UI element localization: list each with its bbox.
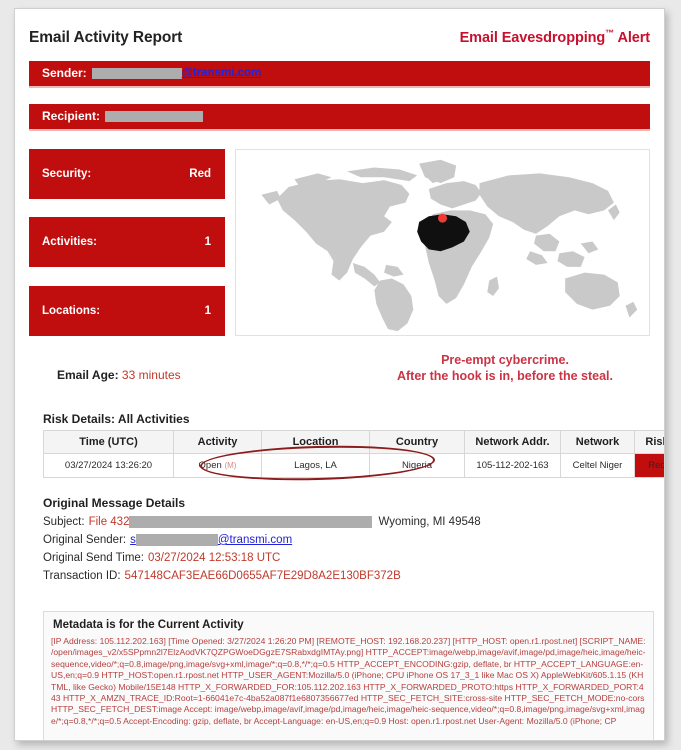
alert-title-suffix: Alert	[614, 29, 650, 46]
stat-security-value: Red	[189, 167, 211, 180]
original-message-details: Original Message Details Subject: File 4…	[43, 496, 643, 588]
subject-line: Subject: File 432 Wyoming, MI 49548	[43, 516, 643, 528]
trademark-symbol: ™	[605, 28, 615, 38]
metadata-panel: Metadata is for the Current Activity [IP…	[43, 611, 654, 740]
tagline-line-1: Pre-empt cybercrime.	[441, 353, 569, 367]
original-send-time-line: Original Send Time: 03/27/2024 12:53:18 …	[43, 552, 643, 564]
marketing-tagline: Pre-empt cybercrime. After the hook is i…	[355, 352, 655, 384]
stat-activities-label: Activities:	[42, 236, 97, 249]
original-sender-redaction	[135, 534, 218, 546]
stat-locations-value: 1	[204, 304, 211, 317]
status-badge: Red	[634, 453, 664, 478]
recipient-bar: Recipient:	[29, 103, 650, 131]
sender-value: @transmi.com	[91, 67, 262, 79]
sender-bar: Sender: @transmi.com	[29, 60, 650, 88]
cell-network-addr: 105-112-202-163	[464, 453, 561, 478]
transaction-id-label: Transaction ID:	[43, 570, 121, 582]
tagline-line-2: After the hook is in, before the steal.	[396, 369, 613, 383]
original-sender-line: Original Sender: s @transmi.com	[43, 534, 643, 546]
risk-details-heading: Risk Details: All Activities	[43, 412, 190, 426]
eavesdropping-alert-title: Email Eavesdropping™ Alert	[459, 28, 651, 46]
original-sender-label: Original Sender:	[43, 534, 127, 546]
world-map-svg	[261, 159, 638, 331]
sender-label: Sender:	[42, 66, 87, 81]
subject-tail: Wyoming, MI 49548	[378, 516, 481, 528]
stat-activities: Activities: 1	[29, 217, 225, 268]
stat-locations: Locations: 1	[29, 285, 225, 336]
stat-locations-label: Locations:	[42, 304, 101, 317]
cell-network: Celtel Niger	[560, 453, 635, 478]
recipient-label: Recipient:	[42, 109, 101, 124]
stat-security-label: Security:	[42, 167, 92, 180]
email-age-value: 33 minutes	[121, 368, 181, 382]
summary-section: Security: Red Activities: 1 Locations: 1	[29, 148, 650, 336]
table-row: 03/27/2024 13:26:20 Open (M) Lagos, LA N…	[43, 453, 664, 478]
email-age: Email Age: 33 minutes	[57, 368, 181, 382]
stat-activities-value: 1	[204, 236, 211, 249]
col-activity: Activity	[173, 430, 262, 454]
sender-domain-link[interactable]: @transmi.com	[182, 67, 262, 79]
cell-location: Lagos, LA	[261, 453, 370, 478]
original-send-time-value: 03/27/2024 12:53:18 UTC	[148, 552, 281, 564]
risk-details-table: Time (UTC) Activity Location Country Net…	[43, 430, 664, 478]
recipient-value	[105, 110, 204, 122]
report-header: Email Activity Report Email Eavesdroppin…	[15, 9, 664, 47]
world-map-panel	[235, 148, 650, 336]
col-network-addr: Network Addr.	[464, 430, 561, 454]
original-sender-domain-link[interactable]: @transmi.com	[218, 534, 292, 546]
cell-country: Nigeria	[369, 453, 465, 478]
sender-redaction	[91, 67, 182, 79]
metadata-title: Metadata is for the Current Activity	[44, 612, 653, 636]
email-age-label: Email Age:	[57, 368, 119, 382]
col-location: Location	[261, 430, 370, 454]
recipient-redaction	[105, 110, 204, 122]
stat-security: Security: Red	[29, 148, 225, 199]
col-network: Network	[560, 430, 635, 454]
cell-activity-text: Open	[198, 460, 222, 471]
risk-details-table-wrapper: Time (UTC) Activity Location Country Net…	[43, 430, 664, 478]
col-time: Time (UTC)	[43, 430, 174, 454]
page-title: Email Activity Report	[29, 28, 183, 46]
subject-value: File 432	[88, 516, 130, 528]
cell-activity-flag: (M)	[224, 461, 237, 470]
original-message-title: Original Message Details	[43, 496, 186, 510]
transaction-id-value: 547148CAF3EAE66D0655AF7E29D8A2E130BF372B	[124, 570, 401, 582]
alert-title-text: Email Eavesdropping	[459, 29, 606, 46]
stats-column: Security: Red Activities: 1 Locations: 1	[29, 148, 225, 336]
page-background: Email Activity Report Email Eavesdroppin…	[0, 0, 681, 750]
metadata-body: [IP Address: 105.112.202.163] [Time Open…	[51, 636, 646, 726]
table-header-row: Time (UTC) Activity Location Country Net…	[43, 430, 664, 454]
subject-label: Subject:	[43, 516, 85, 528]
report-card: Email Activity Report Email Eavesdroppin…	[14, 8, 665, 741]
original-send-time-label: Original Send Time:	[43, 552, 144, 564]
transaction-id-line: Transaction ID: 547148CAF3EAE66D0655AF7E…	[43, 570, 643, 582]
col-risk: Risk	[634, 430, 664, 454]
col-country: Country	[369, 430, 465, 454]
cell-time: 03/27/2024 13:26:20	[43, 453, 174, 478]
cell-activity: Open (M)	[173, 453, 262, 478]
subject-redaction	[129, 516, 373, 528]
